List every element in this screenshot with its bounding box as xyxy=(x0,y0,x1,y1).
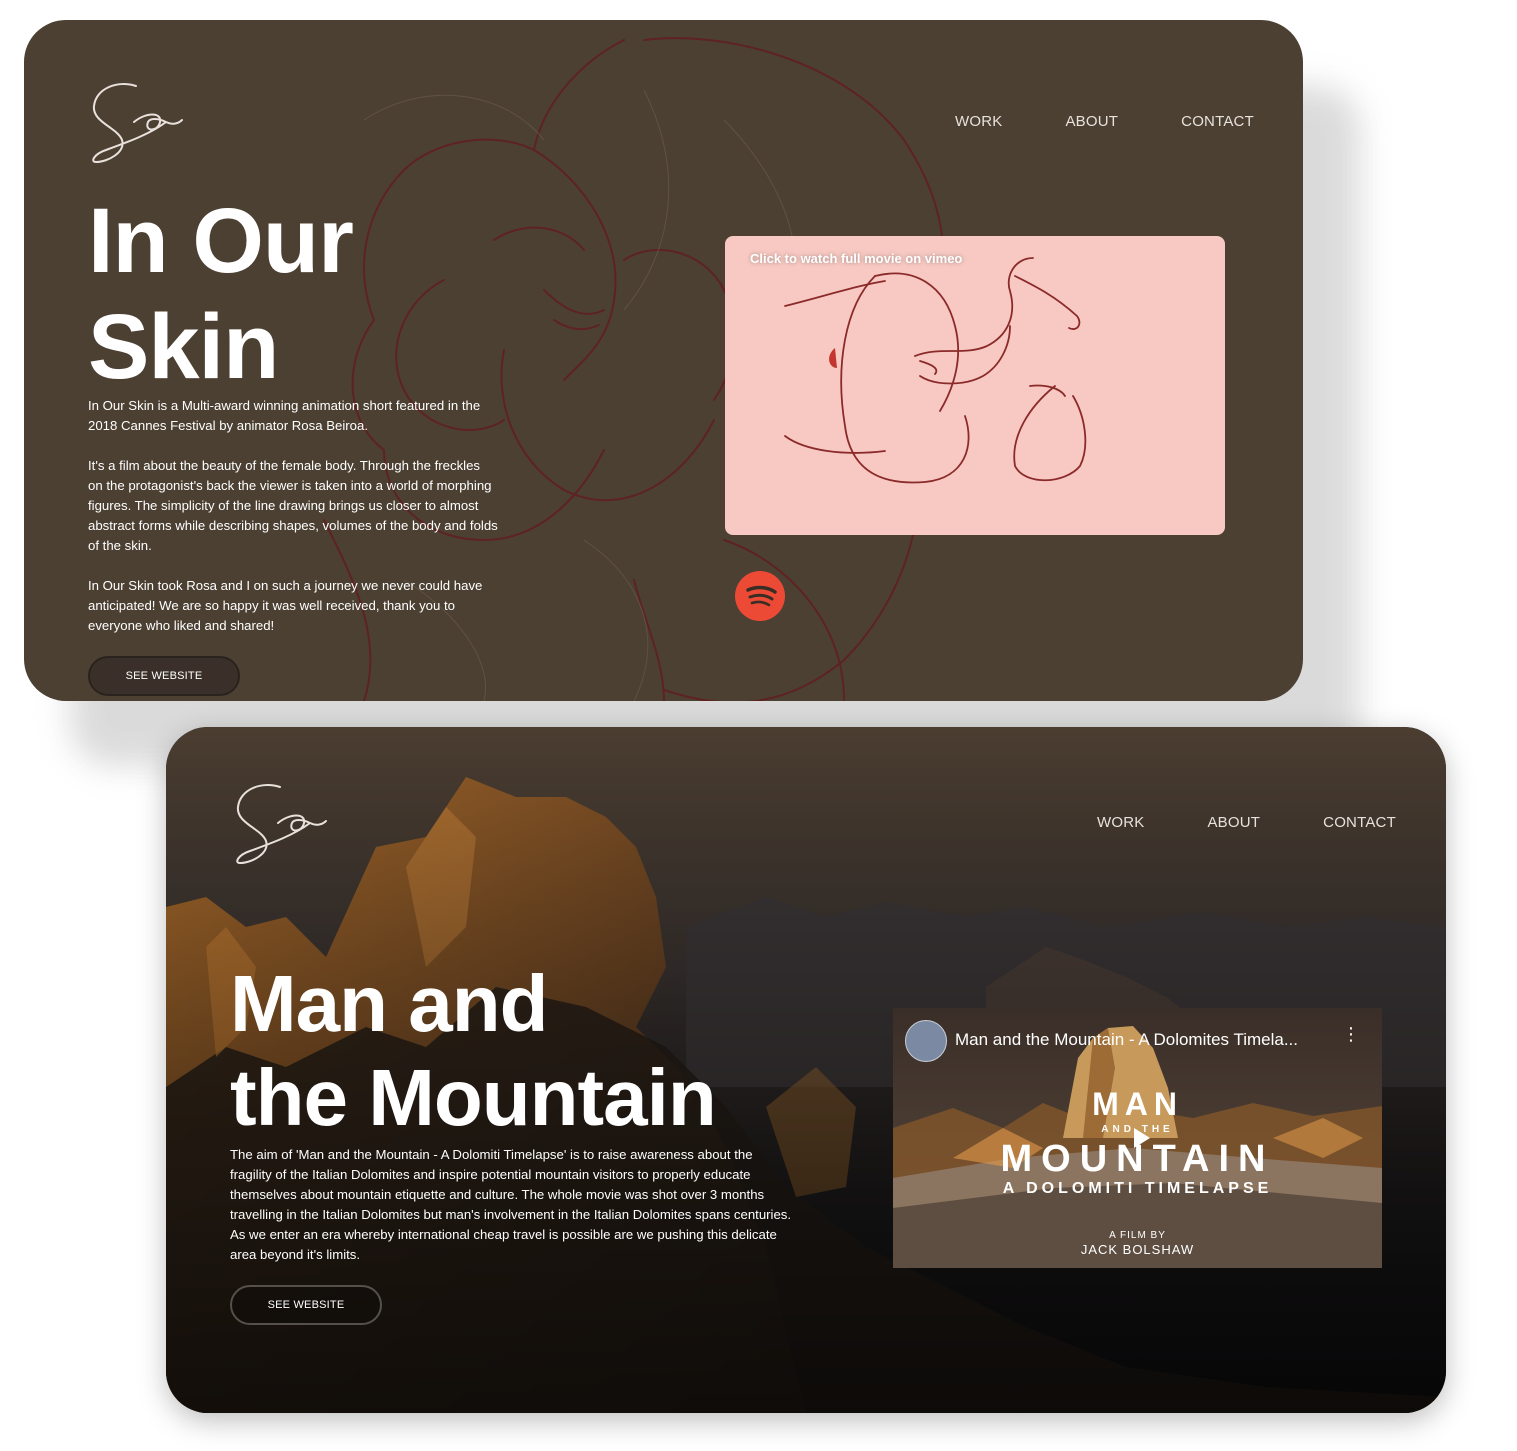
description-paragraph: It's a film about the beauty of the fema… xyxy=(88,458,498,553)
channel-avatar[interactable] xyxy=(905,1020,947,1062)
thumb-film-by: A FILM BY xyxy=(1109,1230,1166,1241)
title-line-1: Man and xyxy=(230,959,548,1048)
nav-work-link[interactable]: WORK xyxy=(955,113,1002,130)
project-description: The aim of 'Man and the Mountain - A Dol… xyxy=(230,1145,796,1265)
spotify-icon[interactable] xyxy=(735,571,785,621)
main-nav: WORK ABOUT CONTACT xyxy=(955,113,1254,130)
description-paragraph: In Our Skin took Rosa and I on such a jo… xyxy=(88,578,483,633)
nav-contact-link[interactable]: CONTACT xyxy=(1323,814,1396,831)
spotify-waves xyxy=(746,585,777,607)
description-paragraph: The aim of 'Man and the Mountain - A Dol… xyxy=(230,1147,792,1262)
title-line-2: the Mountain xyxy=(230,1053,717,1142)
thumb-subtitle: A DOLOMITI TIMELAPSE xyxy=(1002,1180,1273,1197)
project-description: In Our Skin is a Multi-award winning ani… xyxy=(88,396,498,656)
project-title: Man and the Mountain xyxy=(230,957,717,1145)
play-icon[interactable] xyxy=(1123,1121,1157,1155)
thumb-title-man: MAN xyxy=(1092,1086,1183,1122)
video-title[interactable]: Man and the Mountain - A Dolomites Timel… xyxy=(955,1030,1298,1050)
title-line-2: Skin xyxy=(88,296,279,398)
nav-work-link[interactable]: WORK xyxy=(1097,814,1144,831)
signature-logo-icon[interactable] xyxy=(232,779,332,871)
see-website-button[interactable]: SEE WEBSITE xyxy=(230,1285,382,1325)
nav-about-link[interactable]: ABOUT xyxy=(1207,814,1260,831)
nav-contact-link[interactable]: CONTACT xyxy=(1181,113,1254,130)
project-title: In Our Skin xyxy=(88,188,354,400)
see-website-button[interactable]: SEE WEBSITE xyxy=(88,656,240,696)
more-vertical-icon[interactable]: ⋮ xyxy=(1342,1025,1360,1043)
line-drawing-illustration xyxy=(784,257,1087,484)
vimeo-video-thumbnail[interactable]: Click to watch full movie on vimeo xyxy=(725,236,1225,535)
description-paragraph: In Our Skin is a Multi-award winning ani… xyxy=(88,398,481,433)
main-nav: WORK ABOUT CONTACT xyxy=(1097,814,1396,831)
signature-logo-icon[interactable] xyxy=(88,78,188,170)
project-card-in-our-skin: WORK ABOUT CONTACT In Our Skin In Our Sk… xyxy=(24,20,1303,701)
nav-about-link[interactable]: ABOUT xyxy=(1065,113,1118,130)
project-card-man-and-the-mountain: WORK ABOUT CONTACT Man and the Mountain … xyxy=(166,727,1446,1413)
vimeo-caption[interactable]: Click to watch full movie on vimeo xyxy=(750,251,962,266)
title-line-1: In Our xyxy=(88,190,354,292)
thumb-author: JACK BOLSHAW xyxy=(1080,1242,1195,1257)
youtube-embed[interactable]: Man and the Mountain - A Dolomites Timel… xyxy=(893,1008,1382,1268)
